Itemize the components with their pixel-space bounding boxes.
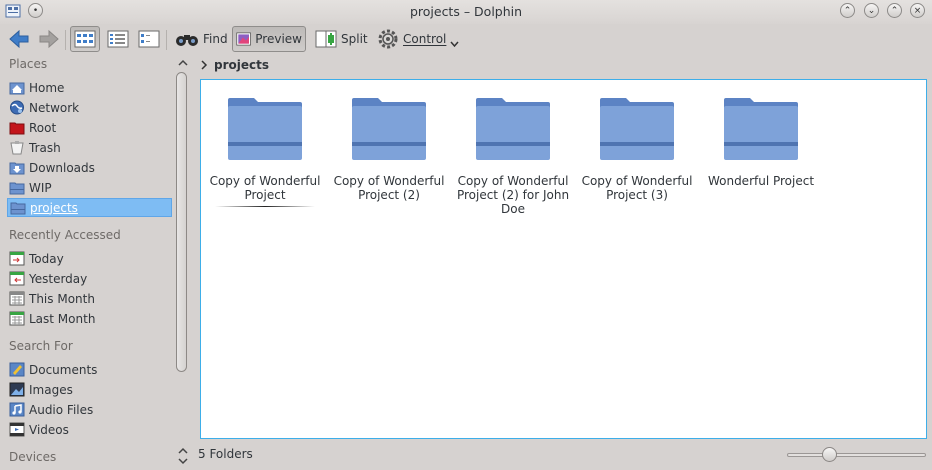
control-button[interactable]: Control — [374, 26, 462, 52]
trash-icon — [10, 141, 24, 155]
videos-icon — [9, 422, 25, 437]
calendar-month-icon — [9, 291, 25, 306]
arrow-left-icon — [9, 29, 29, 49]
find-button[interactable]: Find — [172, 26, 231, 52]
places-scrollbar-thumb[interactable] — [176, 72, 187, 372]
toolbar-separator — [166, 30, 167, 50]
folder-item[interactable]: Copy of Wonderful Project (2) for John D… — [453, 92, 573, 216]
folder-name: Copy of Wonderful Project (2) — [333, 174, 445, 202]
folder-name: Copy of Wonderful Project (2) for John D… — [456, 174, 570, 216]
place-network[interactable]: Network — [7, 98, 172, 117]
folder-icon — [10, 202, 26, 215]
split-button[interactable]: Split — [312, 26, 371, 52]
calendar-today-icon — [9, 251, 25, 266]
search-images[interactable]: Images — [7, 380, 172, 399]
folder-icon — [9, 182, 25, 195]
icons-view-button[interactable] — [70, 26, 100, 52]
status-text: 5 Folders — [198, 447, 253, 461]
details-view-button[interactable] — [135, 26, 163, 52]
folder-name: Copy of Wonderful Project — [209, 174, 321, 202]
folder-item[interactable]: Copy of Wonderful Project (3) — [577, 92, 697, 202]
control-label: Control — [403, 32, 447, 46]
home-icon — [9, 82, 25, 95]
preview-label: Preview — [255, 32, 302, 46]
minimize-button[interactable]: ⌄ — [864, 3, 879, 18]
arrow-right-icon — [39, 29, 59, 49]
maximize-button[interactable]: ⌃ — [887, 3, 902, 18]
folder-name: Wonderful Project — [707, 174, 815, 188]
audio-icon — [9, 402, 25, 417]
root-folder-icon — [9, 122, 25, 135]
folder-item[interactable]: Copy of Wonderful Project (2) — [329, 92, 449, 202]
place-root[interactable]: Root — [7, 118, 172, 137]
close-button[interactable]: × — [910, 3, 925, 18]
split-label: Split — [341, 32, 368, 46]
folder-icon — [228, 98, 302, 160]
compact-view-button[interactable] — [104, 26, 132, 52]
documents-icon — [9, 362, 25, 377]
images-icon — [9, 382, 25, 397]
file-view[interactable]: Copy of Wonderful Project Copy of Wonder… — [200, 79, 927, 439]
calendar-month-icon — [9, 311, 25, 326]
breadcrumb[interactable]: projects — [200, 57, 269, 73]
folder-name: Copy of Wonderful Project (3) — [581, 174, 693, 202]
recent-today[interactable]: Today — [7, 249, 172, 268]
toolbar-separator — [65, 30, 66, 50]
preview-button[interactable]: Preview — [232, 26, 306, 52]
search-documents[interactable]: Documents — [7, 360, 172, 379]
places-panel: Places Home Network Root Trash Downloads… — [0, 54, 190, 470]
search-videos[interactable]: Videos — [7, 420, 172, 439]
folder-item[interactable]: Wonderful Project — [701, 92, 821, 188]
find-label: Find — [203, 32, 228, 46]
place-projects[interactable]: projects — [7, 198, 172, 217]
window-title: projects – Dolphin — [409, 4, 523, 19]
places-header[interactable]: Places — [9, 57, 47, 71]
rename-indicator — [215, 206, 315, 207]
place-trash[interactable]: Trash — [7, 138, 172, 157]
title-bar: • projects – Dolphin ⌃ ⌄ ⌃ × — [0, 0, 932, 24]
main-toolbar: Find Preview Split Control — [0, 24, 932, 54]
preview-icon — [236, 32, 251, 46]
search-audio-files[interactable]: Audio Files — [7, 400, 172, 419]
network-icon — [10, 100, 24, 115]
gear-icon — [378, 29, 398, 49]
place-home[interactable]: Home — [7, 78, 172, 97]
recent-yesterday[interactable]: Yesterday — [7, 269, 172, 288]
devices-header[interactable]: Devices — [9, 450, 56, 464]
folder-icon — [724, 98, 798, 160]
compact-view-icon — [107, 30, 129, 48]
keep-above-button[interactable]: ⌃ — [840, 3, 855, 18]
breadcrumb-current[interactable]: projects — [214, 58, 269, 72]
recent-last-month[interactable]: Last Month — [7, 309, 172, 328]
recently-accessed-header[interactable]: Recently Accessed — [9, 228, 121, 242]
place-downloads[interactable]: Downloads — [7, 158, 172, 177]
chevron-down-icon — [450, 41, 459, 47]
details-view-icon — [138, 30, 160, 48]
downloads-icon — [9, 162, 25, 175]
recent-this-month[interactable]: This Month — [7, 289, 172, 308]
icons-view-icon — [74, 30, 96, 48]
folder-icon — [476, 98, 550, 160]
split-view-icon — [315, 30, 337, 48]
binoculars-icon — [176, 35, 198, 46]
search-for-header[interactable]: Search For — [9, 339, 73, 353]
zoom-slider-handle[interactable] — [822, 447, 837, 462]
zoom-slider[interactable] — [787, 453, 926, 457]
place-wip[interactable]: WIP — [7, 178, 172, 197]
scroll-up-arrow-icon[interactable] — [176, 446, 190, 456]
folder-icon — [600, 98, 674, 160]
scroll-down-arrow-icon[interactable] — [176, 456, 190, 466]
chevron-right-icon[interactable] — [200, 60, 208, 70]
forward-button[interactable] — [35, 26, 63, 52]
calendar-yesterday-icon — [9, 271, 25, 286]
folder-item[interactable]: Copy of Wonderful Project — [205, 92, 325, 207]
back-button[interactable] — [5, 26, 33, 52]
folder-icon — [352, 98, 426, 160]
scroll-up-arrow-icon[interactable] — [176, 58, 190, 68]
